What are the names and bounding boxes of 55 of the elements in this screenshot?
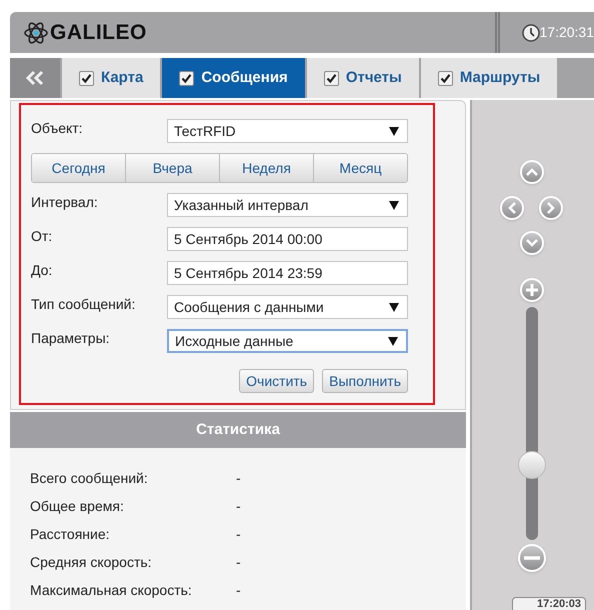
action-button[interactable]: Очистить: [239, 369, 314, 393]
chevron-left-icon: [508, 202, 516, 214]
tab[interactable]: Карта: [62, 58, 160, 98]
atom-icon: [24, 20, 48, 44]
tab[interactable]: Маршруты: [420, 58, 558, 98]
chevron-right-icon: [547, 202, 555, 214]
period-button[interactable]: Сегодня: [32, 154, 126, 182]
chevron-up-icon: [526, 168, 538, 176]
statistic-label: Средняя скорость:: [30, 553, 153, 570]
chevron-down-icon: [526, 239, 538, 247]
statistic-value: -: [236, 581, 241, 598]
statistic-label: Максимальная скорость:: [30, 581, 193, 598]
tab[interactable]: Сообщения: [162, 58, 305, 98]
dropdown[interactable]: Сообщения с данными: [167, 295, 408, 319]
dropdown[interactable]: Исходные данные: [167, 329, 408, 353]
period-button[interactable]: Вчера: [126, 154, 220, 182]
field-label: От:: [31, 227, 54, 245]
period-button[interactable]: Неделя: [220, 154, 314, 182]
field-label: Параметры:: [31, 329, 111, 347]
logo-text: GALILEO: [50, 20, 147, 46]
statistic-value: -: [236, 553, 241, 570]
double-chevron-icon: [26, 70, 44, 86]
statistic-label: Расстояние:: [30, 525, 111, 542]
dropdown-arrow-icon: [389, 126, 399, 136]
dropdown[interactable]: ТестRFID: [167, 119, 408, 143]
plus-icon: [525, 283, 539, 297]
clock-icon: [522, 24, 540, 42]
statistic-value: -: [236, 497, 241, 514]
statistic-label: Всего сообщений:: [30, 469, 149, 486]
field-label: Тип сообщений:: [31, 295, 136, 313]
dropdown-arrow-icon: [389, 200, 399, 210]
statistics-header: Статистика: [10, 412, 466, 448]
statistic-value: -: [236, 525, 241, 542]
clock-time: 17:20:31: [540, 23, 594, 42]
statistic-value: -: [236, 469, 241, 486]
checkbox[interactable]: [324, 70, 339, 86]
minus-icon: [524, 556, 540, 560]
input-field[interactable]: 5 Сентябрь 2014 00:00: [167, 227, 408, 251]
period-button[interactable]: Месяц: [314, 154, 407, 182]
input-field[interactable]: 5 Сентябрь 2014 23:59: [167, 261, 408, 285]
field-label: До:: [31, 261, 54, 279]
action-button[interactable]: Выполнить: [322, 369, 408, 393]
tab[interactable]: Отчеты: [306, 58, 419, 98]
checkbox[interactable]: [79, 70, 94, 86]
dropdown-arrow-icon: [389, 302, 399, 312]
collapse-button[interactable]: [10, 58, 60, 98]
dropdown-arrow-icon: [388, 336, 398, 346]
field-label: Объект:: [31, 119, 84, 137]
zoom-slider[interactable]: [518, 307, 546, 540]
statistic-label: Общее время:: [30, 497, 125, 514]
dropdown[interactable]: Указанный интервал: [167, 193, 408, 217]
checkbox[interactable]: [438, 70, 453, 86]
field-label: Интервал:: [31, 193, 99, 211]
map-time-label: 17:20:03: [512, 597, 586, 610]
checkbox[interactable]: [179, 70, 194, 86]
